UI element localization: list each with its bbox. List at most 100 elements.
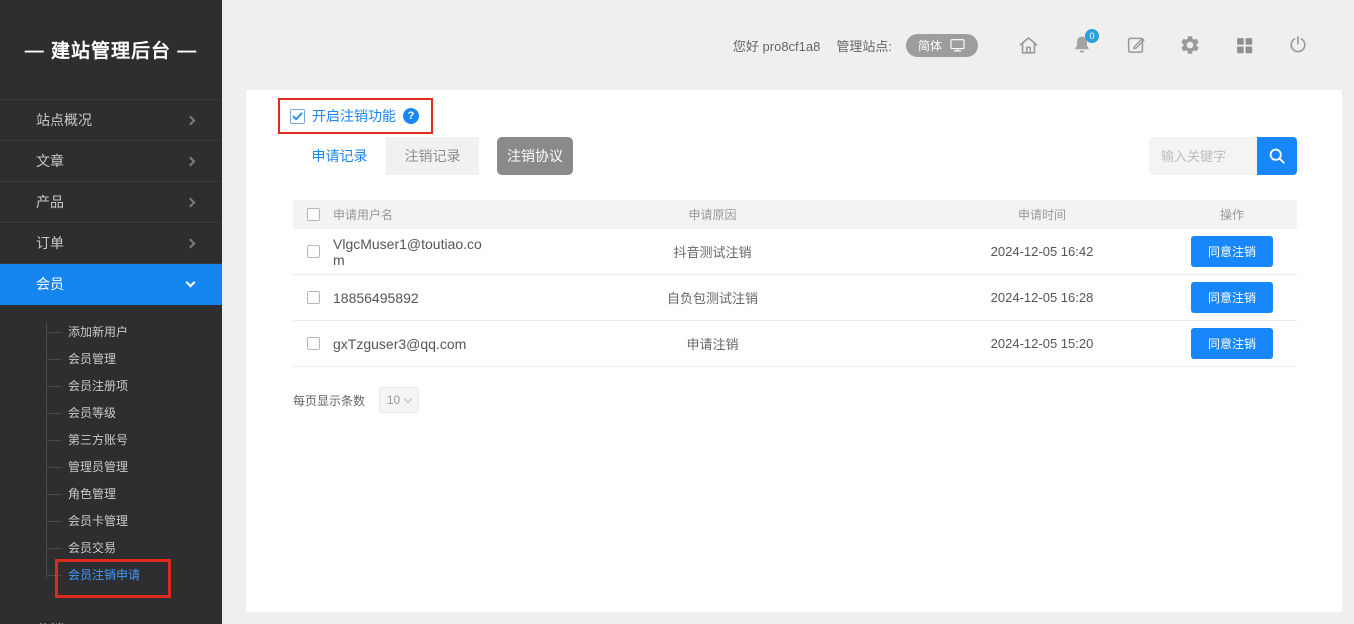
submenu-item-label: 会员注册项 [68, 379, 128, 393]
sidebar-item[interactable]: 订单 [0, 223, 222, 264]
apps-grid-icon [1234, 35, 1255, 56]
tab[interactable]: 申请记录 [293, 137, 386, 175]
home-icon [1017, 34, 1040, 57]
header-action: 操作 [1167, 206, 1297, 223]
sidebar-item[interactable]: 站点概况 [0, 100, 222, 141]
header-reason: 申请原因 [508, 206, 917, 223]
chevron-down-icon [404, 394, 412, 402]
chevron-icon [186, 197, 196, 207]
logout-requests-table: 申请用户名 申请原因 申请时间 操作 VlgcMuser1@toutiao.co… [293, 200, 1297, 367]
username-cell: 18856495892 [333, 290, 419, 306]
time-cell: 2024-12-05 16:28 [917, 290, 1167, 305]
tab[interactable]: 注销记录 [386, 137, 479, 175]
submenu-item[interactable]: 会员注册项 [0, 373, 222, 400]
sidebar-nav: 站点概况 文章 产品 订单 会员 [0, 100, 222, 305]
table-row: 18856495892 自负包测试注销 2024-12-05 16:28 同意注… [293, 275, 1297, 321]
submenu-item-label: 会员等级 [68, 406, 116, 420]
manage-site-label: 管理站点: [836, 36, 892, 55]
settings-button[interactable] [1178, 33, 1202, 57]
sidebar-item-distribution[interactable]: 分销 [0, 609, 222, 624]
sidebar-item-label: 文章 [36, 151, 64, 171]
submenu-item-label: 会员管理 [68, 352, 116, 366]
row-checkbox[interactable] [307, 245, 320, 258]
sidebar-item[interactable]: 会员 [0, 264, 222, 305]
reason-cell: 申请注销 [508, 334, 917, 353]
app-title: — 建站管理后台 — [0, 0, 222, 100]
submenu-item[interactable]: 会员等级 [0, 400, 222, 427]
reason-cell: 自负包测试注销 [508, 288, 917, 307]
approve-logout-button[interactable]: 同意注销 [1191, 236, 1273, 267]
submenu-item[interactable]: 会员管理 [0, 346, 222, 373]
submenu-item-label: 第三方账号 [68, 433, 128, 447]
home-button[interactable] [1016, 33, 1040, 57]
approve-logout-button[interactable]: 同意注销 [1191, 328, 1273, 359]
page-size-value: 10 [387, 393, 400, 407]
member-submenu: 添加新用户 会员管理 会员注册项 会员等级 第三方账号 管理员管理 角色管理 [0, 305, 222, 609]
page-size-select[interactable]: 10 [379, 387, 419, 413]
chevron-icon [186, 115, 196, 125]
submenu-item[interactable]: 管理员管理 [0, 454, 222, 481]
search-input[interactable] [1149, 137, 1257, 175]
submenu-item-label: 添加新用户 [68, 325, 128, 339]
notifications-button[interactable]: 0 [1070, 33, 1094, 57]
sidebar-item-label: 订单 [36, 233, 64, 253]
reason-cell: 抖音测试注销 [508, 242, 917, 261]
table-row: VlgcMuser1@toutiao.com 抖音测试注销 2024-12-05… [293, 229, 1297, 275]
power-icon [1287, 34, 1309, 56]
topbar: 您好 pro8cf1a8 管理站点: 简体 0 [222, 0, 1354, 90]
submenu-item-label: 会员交易 [68, 541, 116, 555]
submenu-item[interactable]: 第三方账号 [0, 427, 222, 454]
user-greeting: 您好 pro8cf1a8 [733, 36, 820, 55]
search-icon [1266, 145, 1288, 167]
submenu-item[interactable]: 角色管理 [0, 481, 222, 508]
submenu-item[interactable]: 会员注销申请 [0, 562, 222, 589]
edit-button[interactable] [1124, 33, 1148, 57]
logout-button[interactable] [1286, 33, 1310, 57]
header-username: 申请用户名 [333, 206, 508, 223]
enable-logout-checkbox[interactable] [290, 109, 305, 124]
sidebar-item[interactable]: 文章 [0, 141, 222, 182]
apps-button[interactable] [1232, 33, 1256, 57]
enable-logout-label[interactable]: 开启注销功能 [312, 106, 396, 126]
sidebar: — 建站管理后台 — 站点概况 文章 产品 订单 会员 [0, 0, 222, 624]
chevron-icon [186, 156, 196, 166]
sidebar-item-label: 会员 [36, 274, 64, 294]
table-row: gxTzguser3@qq.com 申请注销 2024-12-05 15:20 … [293, 321, 1297, 367]
sidebar-item-label: 产品 [36, 192, 64, 212]
enable-logout-annotation-box: 开启注销功能 ? [278, 98, 433, 134]
approve-logout-button[interactable]: 同意注销 [1191, 282, 1273, 313]
submenu-item-label: 角色管理 [68, 487, 116, 501]
username-cell: gxTzguser3@qq.com [333, 336, 466, 352]
username-cell: VlgcMuser1@toutiao.com [333, 236, 491, 268]
search-box [1149, 137, 1297, 175]
select-all-checkbox[interactable] [307, 208, 320, 221]
row-checkbox[interactable] [307, 291, 320, 304]
submenu-item-label: 会员卡管理 [68, 514, 128, 528]
gear-icon [1179, 34, 1201, 56]
tab[interactable]: 注销协议 [497, 137, 573, 175]
monitor-icon [949, 38, 966, 53]
submenu-item[interactable]: 添加新用户 [0, 319, 222, 346]
submenu-item-label: 管理员管理 [68, 460, 128, 474]
sidebar-item-label: 分销 [36, 620, 64, 624]
language-site-button[interactable]: 简体 [906, 34, 978, 57]
row-checkbox[interactable] [307, 337, 320, 350]
edit-icon [1125, 34, 1147, 56]
pagination: 每页显示条数 10 [293, 387, 419, 413]
sidebar-item[interactable]: 产品 [0, 182, 222, 223]
page-size-label: 每页显示条数 [293, 392, 365, 409]
tabs-row: 申请记录 注销记录 注销协议 [293, 137, 1297, 175]
chevron-icon [186, 238, 196, 248]
submenu-item[interactable]: 会员交易 [0, 535, 222, 562]
time-cell: 2024-12-05 15:20 [917, 336, 1167, 351]
help-icon[interactable]: ? [403, 108, 419, 124]
time-cell: 2024-12-05 16:42 [917, 244, 1167, 259]
chevron-icon [186, 277, 196, 287]
content-card: 开启注销功能 ? 申请记录 注销记录 注销协议 申请用户 [246, 90, 1342, 612]
submenu-item[interactable]: 会员卡管理 [0, 508, 222, 535]
search-button[interactable] [1257, 137, 1297, 175]
header-time: 申请时间 [917, 206, 1167, 223]
table-header-row: 申请用户名 申请原因 申请时间 操作 [293, 200, 1297, 229]
submenu-item-label: 会员注销申请 [68, 568, 140, 582]
notification-badge: 0 [1085, 29, 1099, 43]
